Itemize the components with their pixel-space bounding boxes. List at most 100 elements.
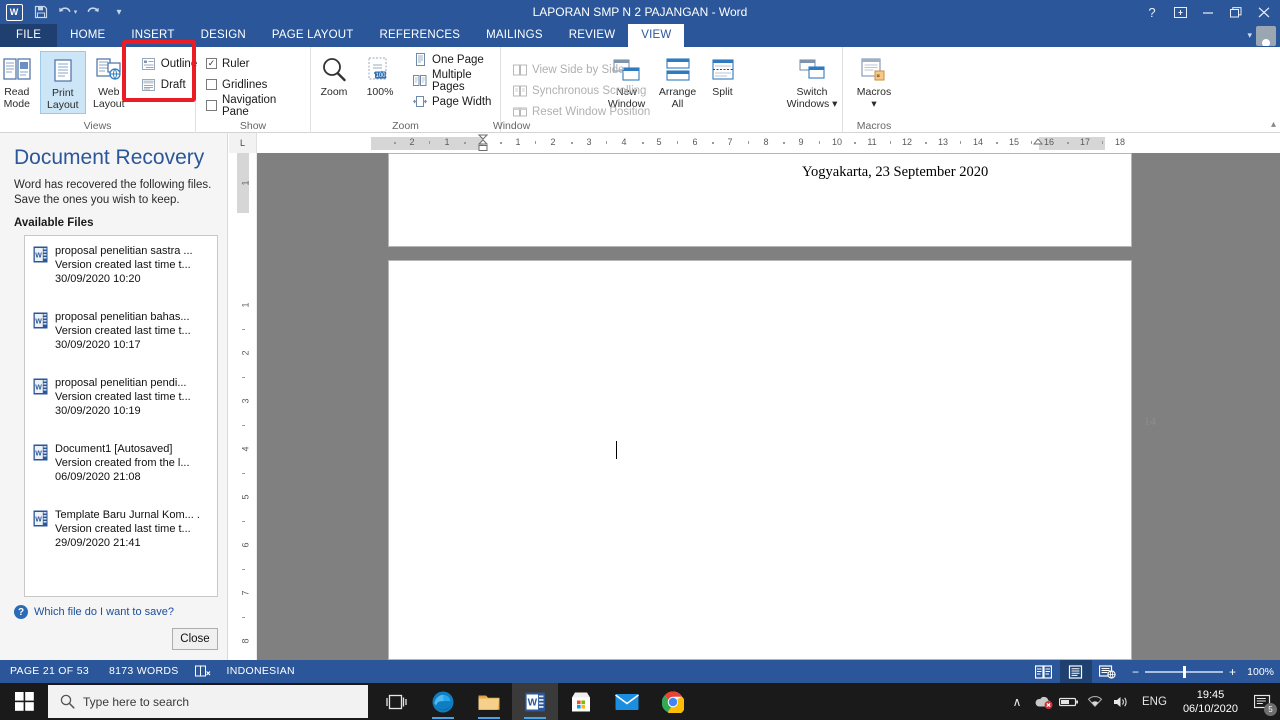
outline-view-button[interactable]: Outline bbox=[138, 53, 201, 74]
list-item[interactable]: W proposal penelitian bahas... Version c… bbox=[25, 302, 217, 368]
list-item[interactable]: W proposal penelitian sastra ... Version… bbox=[25, 236, 217, 302]
reset-window-position-button[interactable]: Reset Window Position bbox=[509, 101, 654, 122]
multiple-pages-button[interactable]: Multiple Pages bbox=[409, 68, 500, 93]
document-page-current[interactable]: 14 bbox=[388, 260, 1156, 660]
search-input[interactable]: Type here to search bbox=[48, 685, 368, 718]
zoom-slider-track[interactable] bbox=[1144, 665, 1223, 678]
switch-windows-button[interactable]: Switch Windows ▾ bbox=[783, 51, 841, 112]
horizontal-ruler[interactable]: 2 1 1 2 3 4 5 6 7 8 9 10 11 12 13 14 15 … bbox=[257, 133, 1280, 153]
read-mode-view-icon[interactable] bbox=[1028, 660, 1060, 683]
clock[interactable]: 19:45 06/10/2020 bbox=[1175, 688, 1246, 716]
volume-icon[interactable] bbox=[1108, 683, 1134, 720]
web-layout-view-icon[interactable] bbox=[1092, 660, 1124, 683]
draft-label: Draft bbox=[160, 78, 186, 91]
file-version: Version created last time t... bbox=[55, 325, 191, 337]
zoom-slider-knob[interactable] bbox=[1182, 665, 1186, 678]
split-button[interactable]: Split bbox=[703, 51, 743, 101]
navigation-pane-checkbox[interactable] bbox=[206, 100, 217, 111]
list-item[interactable]: W proposal penelitian pendi... Version c… bbox=[25, 368, 217, 434]
language-indicator[interactable]: ENG bbox=[1134, 696, 1175, 708]
system-tray: ∧ ENG 19:45 06/10/2020 5 bbox=[1004, 683, 1280, 720]
left-indent-marker[interactable] bbox=[478, 134, 488, 151]
clock-date: 06/10/2020 bbox=[1182, 702, 1238, 715]
zoom-in-button[interactable]: + bbox=[1229, 665, 1236, 679]
tab-mailings[interactable]: MAILINGS bbox=[473, 24, 556, 47]
tab-view[interactable]: VIEW bbox=[628, 24, 685, 47]
action-center-icon[interactable]: 5 bbox=[1246, 683, 1280, 720]
web-layout-button[interactable]: Web Layout bbox=[86, 51, 132, 112]
tab-file[interactable]: FILE bbox=[0, 24, 58, 47]
list-item[interactable]: W Document1 [Autosaved] Version created … bbox=[25, 434, 217, 500]
read-mode-label-line2: Mode bbox=[3, 97, 30, 110]
minimize-icon[interactable] bbox=[1194, 0, 1222, 24]
proofing-errors-icon[interactable] bbox=[189, 665, 217, 678]
word-application-window: W ▾ ▾ LAPORAN SMP N 2 PAJANGAN - Word ? bbox=[0, 0, 1280, 720]
ruler-tab-selector[interactable]: L bbox=[229, 133, 257, 153]
ruler-checkbox[interactable]: ✓ bbox=[206, 58, 217, 69]
vertical-ruler[interactable]: 1 1 2 3 4 5 6 7 8 bbox=[229, 153, 257, 660]
windows-start-icon[interactable] bbox=[0, 683, 48, 720]
zoom-button[interactable]: Zoom bbox=[311, 51, 357, 101]
ruler-checkbox-item[interactable]: ✓ Ruler bbox=[202, 53, 310, 74]
wifi-icon[interactable] bbox=[1082, 683, 1108, 720]
help-icon[interactable]: ? bbox=[1138, 0, 1166, 24]
microsoft-edge-icon[interactable] bbox=[420, 683, 466, 720]
draft-view-button[interactable]: Draft bbox=[138, 74, 201, 95]
avatar[interactable] bbox=[1256, 25, 1276, 46]
document-page-previous[interactable]: Yogyakarta, 23 September 2020 bbox=[388, 153, 1132, 247]
print-layout-button[interactable]: Print Layout bbox=[39, 51, 86, 114]
ribbon-display-options-icon[interactable] bbox=[1166, 0, 1194, 24]
svg-text:W: W bbox=[35, 517, 42, 524]
word-file-icon: W bbox=[33, 444, 48, 461]
available-files-label: Available Files bbox=[14, 217, 94, 229]
read-mode-button[interactable]: Read Mode bbox=[0, 51, 40, 112]
restore-icon[interactable] bbox=[1222, 0, 1250, 24]
macros-button[interactable]: Macros ▾ bbox=[846, 51, 902, 112]
text-cursor bbox=[616, 441, 617, 459]
tab-insert[interactable]: INSERT bbox=[118, 24, 187, 47]
mail-icon[interactable] bbox=[604, 683, 650, 720]
right-indent-marker[interactable] bbox=[1033, 138, 1043, 153]
microsoft-store-icon[interactable] bbox=[558, 683, 604, 720]
task-view-icon[interactable] bbox=[374, 683, 420, 720]
tab-review[interactable]: REVIEW bbox=[556, 24, 629, 47]
document-canvas[interactable]: Yogyakarta, 23 September 2020 14 bbox=[257, 153, 1280, 660]
onedrive-error-icon[interactable] bbox=[1030, 683, 1056, 720]
which-file-help-link[interactable]: ? Which file do I want to save? bbox=[14, 605, 174, 619]
show-hidden-icons-chevron-icon[interactable]: ∧ bbox=[1004, 683, 1030, 720]
zoom-100-button[interactable]: 100 100% bbox=[357, 51, 403, 101]
tab-references[interactable]: REFERENCES bbox=[367, 24, 474, 47]
hruler-number: 2 bbox=[409, 137, 415, 147]
one-page-button[interactable]: One Page bbox=[409, 49, 500, 70]
close-button[interactable]: Close bbox=[172, 628, 218, 650]
reset-window-position-icon bbox=[513, 105, 527, 118]
file-explorer-icon[interactable] bbox=[466, 683, 512, 720]
microsoft-word-icon[interactable]: W bbox=[512, 683, 558, 720]
tab-home[interactable]: HOME bbox=[57, 24, 118, 47]
google-chrome-icon[interactable] bbox=[650, 683, 696, 720]
synchronous-scrolling-button[interactable]: Synchronous Scrolling bbox=[509, 80, 654, 101]
print-layout-view-icon[interactable] bbox=[1059, 660, 1092, 683]
zoom-level[interactable]: 100% bbox=[1244, 666, 1274, 678]
multiple-pages-label: Multiple Pages bbox=[432, 68, 472, 93]
page-indicator[interactable]: PAGE 21 OF 53 bbox=[0, 660, 99, 683]
account-dropdown-icon[interactable]: ▾ bbox=[1247, 30, 1252, 41]
view-side-by-side-button[interactable]: View Side by Side bbox=[509, 59, 654, 80]
language-indicator[interactable]: INDONESIAN bbox=[217, 660, 305, 683]
vruler-number: 3 bbox=[240, 398, 251, 404]
tab-design[interactable]: DESIGN bbox=[188, 24, 259, 47]
arrange-all-button[interactable]: Arrange All bbox=[653, 51, 703, 112]
page-width-button[interactable]: Page Width bbox=[409, 91, 500, 112]
zoom-out-button[interactable]: − bbox=[1132, 665, 1139, 679]
gridlines-checkbox-item[interactable]: Gridlines bbox=[202, 74, 310, 95]
gridlines-checkbox[interactable] bbox=[206, 79, 217, 90]
close-icon[interactable] bbox=[1250, 0, 1278, 24]
battery-icon[interactable] bbox=[1056, 683, 1082, 720]
word-count[interactable]: 8173 WORDS bbox=[99, 660, 189, 683]
zoom-slider[interactable]: − + bbox=[1132, 665, 1236, 679]
collapse-ribbon-icon[interactable]: ▴ bbox=[1271, 119, 1276, 130]
list-item[interactable]: W Template Baru Jurnal Kom... . Version … bbox=[25, 500, 217, 566]
navigation-pane-checkbox-item[interactable]: Navigation Pane bbox=[202, 94, 310, 118]
tab-page-layout[interactable]: PAGE LAYOUT bbox=[259, 24, 367, 47]
recovered-files-list[interactable]: W proposal penelitian sastra ... Version… bbox=[24, 235, 218, 597]
